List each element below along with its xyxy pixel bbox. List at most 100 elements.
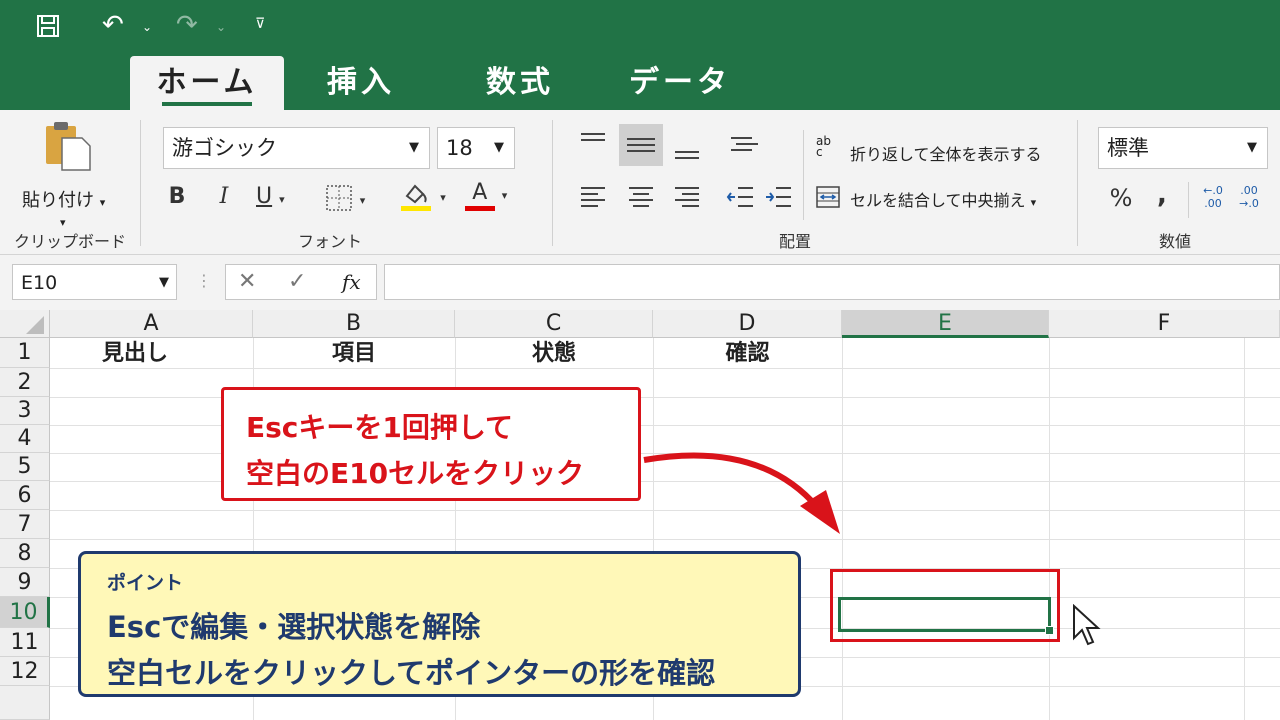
- align-right-icon[interactable]: [672, 184, 702, 214]
- chevron-down-icon: ▼: [1247, 140, 1257, 155]
- tab-insert[interactable]: 挿入: [296, 56, 426, 110]
- separator: [1188, 182, 1189, 218]
- insert-function-icon[interactable]: fx: [342, 270, 361, 294]
- number-format-combo[interactable]: 標準 ▼: [1098, 127, 1268, 169]
- orientation-icon[interactable]: [728, 132, 764, 162]
- tab-home[interactable]: ホーム: [130, 56, 284, 110]
- cancel-icon[interactable]: ✕: [238, 269, 256, 294]
- chevron-down-icon: ▼: [159, 275, 169, 290]
- align-bottom-icon[interactable]: [672, 138, 702, 166]
- comma-button[interactable]: ,: [1150, 180, 1174, 210]
- row-header-7[interactable]: 7: [0, 510, 50, 539]
- wrap-text-icon: ab c: [816, 134, 831, 159]
- row-header-6[interactable]: 6: [0, 481, 50, 510]
- undo-icon[interactable]: ↶: [102, 12, 124, 38]
- borders-button[interactable]: ▾: [318, 184, 372, 212]
- chevron-down-icon: ▾: [1030, 196, 1037, 209]
- underline-button[interactable]: U ▾: [256, 184, 304, 209]
- redo-dropdown-icon[interactable]: ⌄: [216, 20, 226, 34]
- alignment-group-label: 配置: [778, 232, 811, 251]
- increase-indent-icon[interactable]: [764, 184, 794, 214]
- merge-center-button[interactable]: セルを結合して中央揃え ▾: [816, 184, 1066, 214]
- column-header-b[interactable]: B: [253, 310, 455, 338]
- clipboard-icon: [44, 120, 94, 176]
- row-header-10[interactable]: 10: [0, 597, 50, 628]
- row-header-13[interactable]: [0, 686, 50, 720]
- decrease-decimal-button[interactable]: .00 →.0: [1236, 184, 1262, 210]
- cell-d1[interactable]: 確認: [653, 340, 842, 368]
- enter-icon[interactable]: ✓: [288, 269, 306, 294]
- font-name-combo[interactable]: 游ゴシック ▼: [163, 127, 430, 169]
- separator: [803, 130, 804, 220]
- cell-c1[interactable]: 状態: [455, 340, 653, 368]
- cell-a1[interactable]: 見出し: [50, 340, 220, 368]
- bold-button[interactable]: B: [163, 184, 191, 209]
- column-header-c[interactable]: C: [455, 310, 653, 338]
- align-top-icon[interactable]: [578, 130, 608, 158]
- wrap-text-label: 折り返して全体を表示する: [850, 145, 1042, 164]
- fill-handle[interactable]: [1045, 626, 1054, 635]
- chevron-down-icon: ▾: [359, 194, 366, 207]
- decrease-indent-icon[interactable]: [726, 184, 756, 214]
- chevron-down-icon: ▾: [440, 191, 446, 204]
- formula-bar: E10 ▼ ⋮ ✕ ✓ fx: [0, 255, 1280, 310]
- mouse-cursor-icon: [1073, 604, 1101, 646]
- row-header-1[interactable]: 1: [0, 338, 50, 368]
- separator: [552, 120, 553, 246]
- chevron-down-icon: ▼: [409, 140, 419, 155]
- formula-buttons: ✕ ✓ fx: [225, 264, 377, 300]
- point-line-1: Escで編集・選択状態を解除: [107, 610, 481, 644]
- tab-data[interactable]: データ: [610, 56, 750, 110]
- tab-insert-label: 挿入: [327, 65, 395, 100]
- tab-data-label: データ: [629, 65, 731, 100]
- gridline: [1244, 338, 1245, 720]
- select-all-corner[interactable]: [0, 310, 50, 338]
- row-header-8[interactable]: 8: [0, 539, 50, 568]
- percent-button[interactable]: %: [1106, 184, 1136, 212]
- row-header-5[interactable]: 5: [0, 453, 50, 481]
- separator: [1077, 120, 1078, 246]
- font-color-letter: A: [464, 180, 495, 211]
- align-center-icon[interactable]: [626, 184, 656, 214]
- formula-input[interactable]: [384, 264, 1280, 300]
- row-header-9[interactable]: 9: [0, 568, 50, 597]
- fill-color-button[interactable]: ▾: [395, 178, 450, 212]
- redo-icon[interactable]: ↷: [176, 12, 198, 38]
- column-header-f[interactable]: F: [1049, 310, 1280, 338]
- column-header-e[interactable]: E: [842, 310, 1049, 338]
- row-header-4[interactable]: 4: [0, 425, 50, 453]
- wrap-text-button[interactable]: ab c 折り返して全体を表示する: [816, 134, 1066, 166]
- chevron-down-icon: ▼: [494, 140, 504, 155]
- save-icon[interactable]: [36, 14, 60, 43]
- row-header-12[interactable]: 12: [0, 657, 50, 686]
- name-box[interactable]: E10 ▼: [12, 264, 177, 300]
- point-line-2: 空白セルをクリックしてポインターの形を確認: [107, 656, 716, 690]
- borders-icon: [325, 185, 352, 211]
- row-header-2[interactable]: 2: [0, 368, 50, 397]
- increase-decimal-button[interactable]: ←.0 .00: [1200, 184, 1226, 210]
- customize-qat-icon[interactable]: ⊽: [255, 16, 265, 32]
- align-middle-icon[interactable]: [619, 124, 663, 166]
- undo-dropdown-icon[interactable]: ⌄: [142, 20, 152, 34]
- instruction-line-1: Escキーを1回押して: [246, 411, 514, 444]
- font-color-button[interactable]: A ▾: [458, 180, 514, 211]
- point-callout: ポイント Escで編集・選択状態を解除 空白セルをクリックしてポインターの形を確…: [78, 551, 801, 697]
- column-header-d[interactable]: D: [653, 310, 842, 338]
- paste-button[interactable]: 貼り付け ▾ ▾: [20, 120, 120, 230]
- row-header-11[interactable]: 11: [0, 628, 50, 657]
- align-left-icon[interactable]: [578, 184, 608, 214]
- chevron-down-icon: ▾: [279, 193, 285, 206]
- chevron-down-icon: ▾: [501, 189, 508, 202]
- active-cell-e10[interactable]: [838, 597, 1054, 635]
- paste-label: 貼り付け ▾: [22, 190, 106, 211]
- column-header-a[interactable]: A: [50, 310, 253, 338]
- row-header-3[interactable]: 3: [0, 397, 50, 425]
- number-group-label: 数値: [1158, 232, 1191, 251]
- cell-b1[interactable]: 項目: [253, 340, 455, 368]
- font-size-value: 18: [446, 136, 473, 160]
- font-name-value: 游ゴシック: [172, 136, 277, 160]
- tab-formulas-label: 数式: [486, 65, 554, 100]
- font-size-combo[interactable]: 18 ▼: [437, 127, 515, 169]
- tab-formulas[interactable]: 数式: [455, 56, 585, 110]
- italic-button[interactable]: I: [210, 184, 238, 209]
